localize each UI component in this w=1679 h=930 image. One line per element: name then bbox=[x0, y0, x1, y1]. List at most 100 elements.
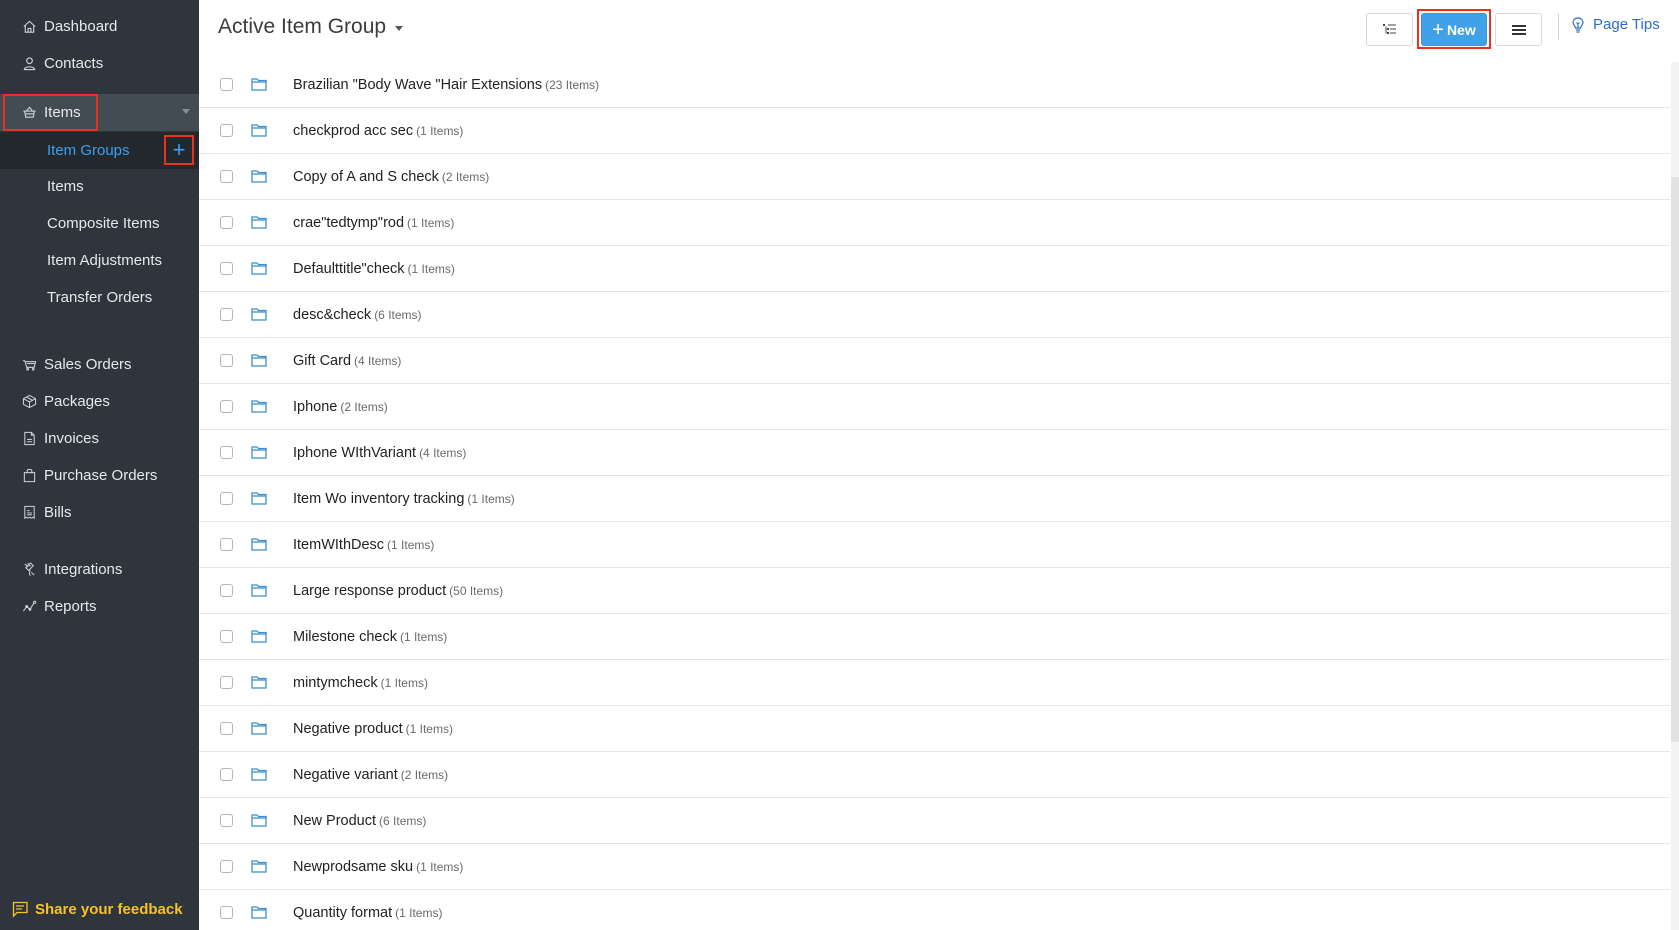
tree-view-button[interactable] bbox=[1366, 13, 1413, 46]
table-row[interactable]: desc&check (6 Items) bbox=[199, 292, 1670, 338]
table-row[interactable]: Brazilian "Body Wave "Hair Extensions (23… bbox=[199, 62, 1670, 108]
item-group-name[interactable]: Gift Card (4 Items) bbox=[293, 353, 401, 369]
row-checkbox[interactable] bbox=[220, 308, 233, 321]
row-checkbox[interactable] bbox=[220, 400, 233, 413]
item-group-name[interactable]: Brazilian "Body Wave "Hair Extensions (23… bbox=[293, 77, 599, 93]
sidebar-item-items[interactable]: Items bbox=[0, 94, 199, 131]
item-group-title: Negative variant bbox=[293, 766, 398, 783]
row-checkbox[interactable] bbox=[220, 78, 233, 91]
row-checkbox[interactable] bbox=[220, 814, 233, 827]
folder-icon bbox=[251, 630, 267, 643]
add-item-group-button[interactable]: + bbox=[164, 135, 194, 165]
table-row[interactable]: Milestone check (1 Items) bbox=[199, 614, 1670, 660]
table-row[interactable]: mintymcheck (1 Items) bbox=[199, 660, 1670, 706]
view-selector[interactable]: Active Item Group bbox=[218, 15, 404, 39]
share-feedback-link[interactable]: Share your feedback bbox=[11, 900, 183, 918]
item-group-name[interactable]: Item Wo inventory tracking (1 Items) bbox=[293, 491, 515, 507]
item-group-name[interactable]: mintymcheck (1 Items) bbox=[293, 675, 428, 691]
item-group-name[interactable]: Copy of A and S check (2 Items) bbox=[293, 169, 489, 185]
sidebar-item-reports[interactable]: Reports bbox=[0, 588, 199, 625]
table-row[interactable]: Gift Card (4 Items) bbox=[199, 338, 1670, 384]
item-group-name[interactable]: desc&check (6 Items) bbox=[293, 307, 422, 323]
sidebar-item-dashboard[interactable]: Dashboard bbox=[0, 8, 199, 45]
row-checkbox[interactable] bbox=[220, 906, 233, 919]
table-row[interactable]: Large response product (50 Items) bbox=[199, 568, 1670, 614]
app: Dashboard Contacts Items Item Groups + I… bbox=[0, 0, 1679, 930]
row-checkbox[interactable] bbox=[220, 354, 233, 367]
sidebar-item-purchase-orders[interactable]: Purchase Orders bbox=[0, 457, 199, 494]
chart-line-icon bbox=[21, 599, 37, 615]
item-group-name[interactable]: Newprodsame sku (1 Items) bbox=[293, 859, 463, 875]
more-options-button[interactable] bbox=[1495, 13, 1542, 46]
page-tips-link[interactable]: Page Tips bbox=[1571, 16, 1660, 33]
sidebar-item-label: Transfer Orders bbox=[47, 289, 153, 306]
row-checkbox[interactable] bbox=[220, 860, 233, 873]
item-group-name[interactable]: checkprod acc sec (1 Items) bbox=[293, 123, 463, 139]
sidebar-item-items-sub[interactable]: Items bbox=[0, 168, 199, 205]
row-checkbox[interactable] bbox=[220, 630, 233, 643]
table-row[interactable]: crae"tedtymp"rod (1 Items) bbox=[199, 200, 1670, 246]
sidebar-item-label: Packages bbox=[44, 393, 110, 410]
row-checkbox[interactable] bbox=[220, 768, 233, 781]
table-row[interactable]: New Product (6 Items) bbox=[199, 798, 1670, 844]
row-checkbox[interactable] bbox=[220, 722, 233, 735]
sidebar-item-item-adjustments[interactable]: Item Adjustments bbox=[0, 242, 199, 279]
row-checkbox[interactable] bbox=[220, 262, 233, 275]
item-group-name[interactable]: New Product (6 Items) bbox=[293, 813, 426, 829]
folder-icon bbox=[251, 78, 267, 91]
table-row[interactable]: Quantity format (1 Items) bbox=[199, 890, 1670, 930]
sidebar-item-integrations[interactable]: Integrations bbox=[0, 551, 199, 588]
cart-icon bbox=[21, 357, 37, 373]
table-row[interactable]: Defaulttitle"check (1 Items) bbox=[199, 246, 1670, 292]
item-group-name[interactable]: Large response product (50 Items) bbox=[293, 583, 503, 599]
scrollbar[interactable] bbox=[1671, 62, 1679, 930]
row-checkbox[interactable] bbox=[220, 676, 233, 689]
plus-icon: + bbox=[172, 137, 186, 162]
item-group-name[interactable]: Quantity format (1 Items) bbox=[293, 905, 442, 921]
sidebar-item-item-groups[interactable]: Item Groups + bbox=[0, 132, 199, 169]
table-row[interactable]: Iphone (2 Items) bbox=[199, 384, 1670, 430]
item-group-title: Large response product bbox=[293, 582, 447, 599]
table-row[interactable]: Item Wo inventory tracking (1 Items) bbox=[199, 476, 1670, 522]
item-group-name[interactable]: ItemWIthDesc (1 Items) bbox=[293, 537, 434, 553]
item-group-name[interactable]: Negative product (1 Items) bbox=[293, 721, 453, 737]
row-checkbox[interactable] bbox=[220, 216, 233, 229]
page-tips-label: Page Tips bbox=[1593, 16, 1660, 33]
folder-icon bbox=[251, 308, 267, 321]
chevron-down-icon[interactable] bbox=[182, 109, 190, 114]
item-group-name[interactable]: Negative variant (2 Items) bbox=[293, 767, 448, 783]
row-checkbox[interactable] bbox=[220, 446, 233, 459]
sidebar-item-transfer-orders[interactable]: Transfer Orders bbox=[0, 279, 199, 316]
item-group-name[interactable]: Iphone WIthVariant (4 Items) bbox=[293, 445, 466, 461]
sidebar-item-sales-orders[interactable]: Sales Orders bbox=[0, 346, 199, 383]
table-row[interactable]: checkprod acc sec (1 Items) bbox=[199, 108, 1670, 154]
sidebar-item-composite-items[interactable]: Composite Items bbox=[0, 205, 199, 242]
row-checkbox[interactable] bbox=[220, 584, 233, 597]
item-group-name[interactable]: crae"tedtymp"rod (1 Items) bbox=[293, 215, 454, 231]
sidebar-item-packages[interactable]: Packages bbox=[0, 383, 199, 420]
item-group-name[interactable]: Milestone check (1 Items) bbox=[293, 629, 447, 645]
row-checkbox[interactable] bbox=[220, 492, 233, 505]
folder-icon bbox=[251, 722, 267, 735]
table-row[interactable]: Negative variant (2 Items) bbox=[199, 752, 1670, 798]
item-group-title: Iphone WIthVariant bbox=[293, 444, 417, 461]
row-checkbox[interactable] bbox=[220, 538, 233, 551]
sidebar-item-contacts[interactable]: Contacts bbox=[0, 45, 199, 82]
sidebar-item-label: Invoices bbox=[44, 430, 100, 447]
folder-icon bbox=[251, 400, 267, 413]
sidebar-item-invoices[interactable]: Invoices bbox=[0, 420, 199, 457]
row-checkbox[interactable] bbox=[220, 170, 233, 183]
item-group-name[interactable]: Iphone (2 Items) bbox=[293, 399, 388, 415]
table-row[interactable]: Newprodsame sku (1 Items) bbox=[199, 844, 1670, 890]
item-count: (2 Items) bbox=[340, 399, 388, 414]
table-row[interactable]: Copy of A and S check (2 Items) bbox=[199, 154, 1670, 200]
divider bbox=[1558, 13, 1559, 40]
table-row[interactable]: Negative product (1 Items) bbox=[199, 706, 1670, 752]
sidebar-item-bills[interactable]: Bills bbox=[0, 494, 199, 531]
highlight-new-button bbox=[1417, 9, 1491, 49]
table-row[interactable]: Iphone WIthVariant (4 Items) bbox=[199, 430, 1670, 476]
table-row[interactable]: ItemWIthDesc (1 Items) bbox=[199, 522, 1670, 568]
item-group-name[interactable]: Defaulttitle"check (1 Items) bbox=[293, 261, 455, 277]
row-checkbox[interactable] bbox=[220, 124, 233, 137]
scrollbar-thumb[interactable] bbox=[1671, 177, 1679, 742]
